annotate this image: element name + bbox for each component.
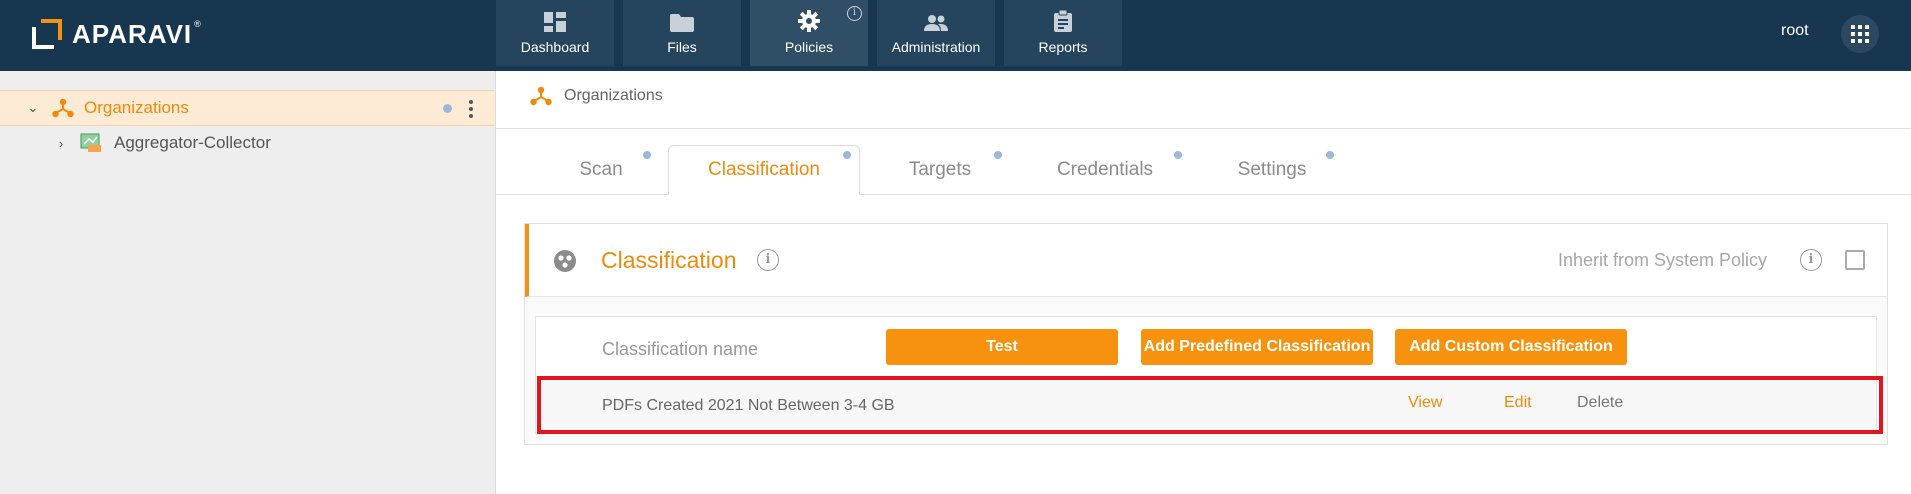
tab-label: Scan xyxy=(579,159,623,180)
nav-tab-dashboard[interactable]: Dashboard xyxy=(496,0,614,66)
info-icon[interactable]: i xyxy=(757,249,779,271)
panel-header: Classification i Inherit from System Pol… xyxy=(525,224,1887,297)
sidebar-tree: ⌄ Organizations › Aggregator-Collector xyxy=(0,71,496,494)
status-dot xyxy=(443,104,452,113)
tab-label: Targets xyxy=(908,159,972,180)
tab-scan[interactable]: Scan xyxy=(555,145,647,195)
nav-tab-files[interactable]: Files xyxy=(623,0,741,66)
column-header-name: Classification name xyxy=(602,339,759,359)
tab-label: Settings xyxy=(1237,159,1307,180)
nav-tab-label: Administration xyxy=(891,39,981,55)
inherit-checkbox[interactable] xyxy=(1845,250,1865,270)
nav-tab-reports[interactable]: Reports xyxy=(1004,0,1122,66)
info-icon[interactable]: i xyxy=(847,6,862,21)
divider xyxy=(496,128,1911,129)
test-button[interactable]: Test xyxy=(886,329,1118,365)
tree-item-label: Organizations xyxy=(84,98,189,117)
gear-icon xyxy=(798,10,820,32)
status-dot xyxy=(1326,151,1334,159)
panel-title: Classification xyxy=(601,247,737,273)
nav-tab-policies[interactable]: i Policies xyxy=(750,0,868,66)
classification-panel: Classification i Inherit from System Pol… xyxy=(524,223,1888,445)
apps-grid-icon xyxy=(1851,25,1869,43)
tree-item-label: Aggregator-Collector xyxy=(114,133,271,152)
chevron-right-icon[interactable]: › xyxy=(54,136,68,151)
table-header: Classification name Test Add Predefined … xyxy=(536,317,1876,377)
table-row: PDFs Created 2021 Not Between 3-4 GB Vie… xyxy=(536,377,1876,433)
apps-menu-button[interactable] xyxy=(1841,15,1879,53)
organization-icon xyxy=(530,86,552,106)
info-icon[interactable]: i xyxy=(1800,249,1822,271)
main-nav: Dashboard Files i Policies Administratio… xyxy=(496,0,1131,66)
status-dot xyxy=(843,151,851,159)
dashboard-icon xyxy=(544,12,566,32)
aparavi-logo-icon xyxy=(32,19,62,49)
aggregator-icon xyxy=(80,133,101,152)
breadcrumb-label: Organizations xyxy=(564,87,663,104)
tab-settings[interactable]: Settings xyxy=(1210,145,1334,195)
delete-link[interactable]: Delete xyxy=(1577,394,1623,412)
tab-label: Credentials xyxy=(1056,159,1154,180)
brand-name: APARAVI ® xyxy=(72,18,202,49)
classification-name: PDFs Created 2021 Not Between 3-4 GB xyxy=(602,397,895,414)
tree-item-organizations[interactable]: ⌄ Organizations xyxy=(0,90,495,126)
classification-icon xyxy=(554,250,576,272)
clipboard-icon xyxy=(1054,10,1072,32)
nav-tab-label: Policies xyxy=(784,39,834,55)
tab-classification[interactable]: Classification xyxy=(668,145,860,195)
tree-item-aggregator-collector[interactable]: › Aggregator-Collector xyxy=(0,125,495,161)
inherit-label: Inherit from System Policy xyxy=(1558,250,1768,270)
more-options-icon[interactable] xyxy=(469,100,473,118)
classification-table: Classification name Test Add Predefined … xyxy=(535,316,1877,434)
folder-icon xyxy=(670,14,694,32)
tab-credentials[interactable]: Credentials xyxy=(1030,145,1180,195)
top-navigation-bar: APARAVI ® Dashboard Files i Policies Adm… xyxy=(0,0,1911,71)
status-dot xyxy=(994,151,1002,159)
nav-tab-label: Dashboard xyxy=(520,39,590,55)
view-link[interactable]: View xyxy=(1408,394,1442,412)
status-dot xyxy=(1174,151,1182,159)
nav-tab-label: Reports xyxy=(1038,39,1088,55)
aparavi-logo[interactable]: APARAVI ® xyxy=(32,16,202,52)
tab-label: Classification xyxy=(708,159,820,180)
edit-link[interactable]: Edit xyxy=(1504,394,1532,412)
users-icon xyxy=(924,15,948,31)
nav-tab-label: Files xyxy=(667,39,697,55)
breadcrumb: Organizations xyxy=(530,86,663,106)
chevron-down-icon[interactable]: ⌄ xyxy=(26,100,40,116)
add-custom-classification-button[interactable]: Add Custom Classification xyxy=(1395,329,1627,365)
add-predefined-classification-button[interactable]: Add Predefined Classification xyxy=(1141,329,1373,365)
user-menu[interactable]: root xyxy=(1781,22,1809,40)
tab-targets[interactable]: Targets xyxy=(880,145,1000,195)
nav-tab-administration[interactable]: Administration xyxy=(877,0,995,66)
organization-icon xyxy=(52,98,74,118)
status-dot xyxy=(643,151,651,159)
